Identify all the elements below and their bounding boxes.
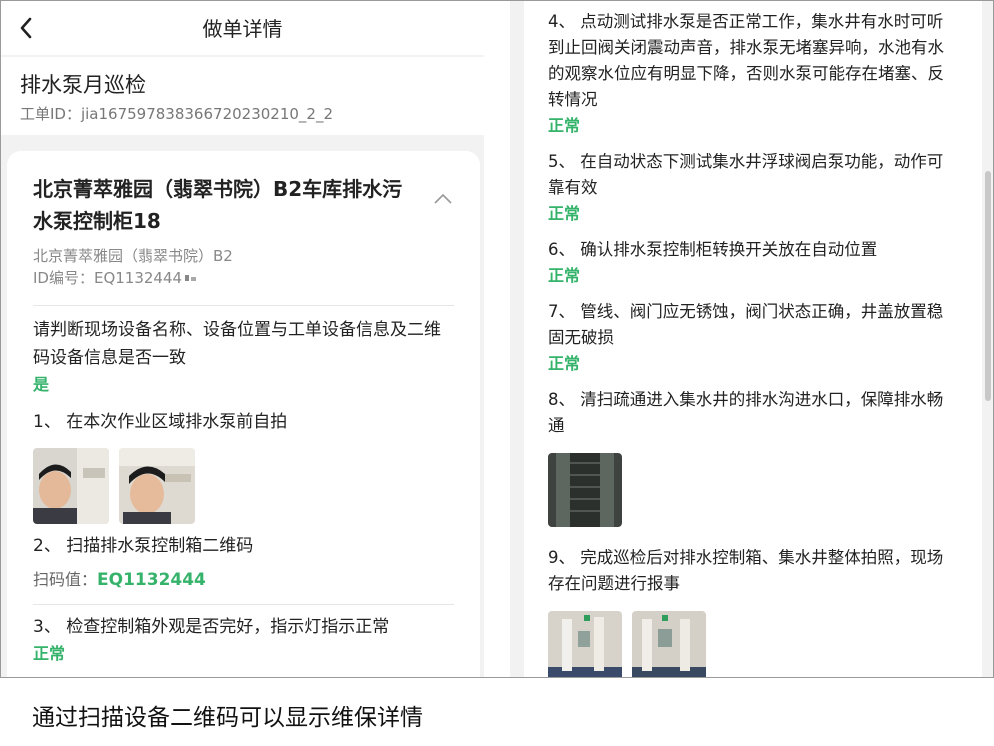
answer-5: 正常 — [548, 204, 581, 223]
question-9: 9、 完成巡检后对排水控制箱、集水井整体拍照，现场存在问题进行报事 — [548, 548, 944, 593]
selfie-photos — [33, 448, 454, 524]
final-photo-2[interactable] — [632, 611, 706, 677]
answer-3: 正常 — [33, 644, 66, 663]
page-title: 做单详情 — [202, 17, 283, 41]
equipment-card: 北京菁萃雅园（翡翠书院）B2车库排水污水泵控制柜18 北京菁萃雅园（翡翠书院）B… — [7, 151, 480, 677]
task-id: 工单ID：jia1675978383667202302​10_2_2 — [20, 105, 334, 123]
answer-7: 正常 — [548, 354, 581, 373]
question-2: 2、 扫描排水泵控制箱二维码 — [33, 536, 254, 556]
question-4: 4、 点动测试排水泵是否正常工作，集水井有水时可听到止回阀关闭震动声音，排水泵无… — [548, 12, 944, 109]
nav-bar: 做单详情 — [1, 1, 484, 55]
scrollbar[interactable] — [985, 171, 991, 401]
chevron-up-icon[interactable] — [432, 191, 454, 207]
selfie-photo-2[interactable] — [119, 448, 195, 524]
caption: 通过扫描设备二维码可以显示维保详情 — [0, 677, 994, 746]
question-1: 1、 在本次作业区域排水泵前自拍 — [33, 412, 288, 432]
equipment-location: 北京菁萃雅园（翡翠书院）B2 — [33, 247, 233, 265]
divider — [33, 604, 454, 605]
question-3: 3、 检查控制箱外观是否完好，指示灯指示正常 — [33, 617, 390, 637]
divider — [33, 305, 454, 306]
question-consistency: 请判断现场设备名称、设备位置与工单设备信息及二维码设备信息是否一致 — [33, 320, 441, 368]
equipment-id: ID编号：EQ1132444 — [33, 269, 183, 287]
question-5: 5、 在自动状态下测试集水井浮球阀启泵功能，动作可靠有效 — [548, 152, 944, 197]
selfie-photo-1[interactable] — [33, 448, 109, 524]
equipment-id-row: ID编号：EQ1132444 — [33, 267, 454, 289]
checklist-card: 4、 点动测试排水泵是否正常工作，集水井有水时可听到止回阀关闭震动声音，排水泵无… — [524, 1, 982, 677]
task-title: 排水泵月巡检 — [20, 73, 146, 97]
scan-row: 扫码值：EQ1132444 — [33, 566, 454, 594]
answer-6: 正常 — [548, 266, 581, 285]
scan-value: EQ1132444 — [97, 570, 206, 590]
right-screen: 4、 点动测试排水泵是否正常工作，集水井有水时可听到止回阀关闭震动声音，排水泵无… — [510, 1, 993, 677]
question-8: 8、 清扫疏通进入集水井的排水沟进水口，保障排水畅通 — [548, 390, 944, 435]
answer-consistency: 是 — [33, 375, 50, 394]
question-6: 6、 确认排水泵控制柜转换开关放在自动位置 — [548, 240, 878, 259]
qr-mark-icon — [185, 275, 197, 281]
left-screen: 做单详情 排水泵月巡检 工单ID：jia1675978383667202302​… — [1, 1, 484, 677]
final-photo-1[interactable] — [548, 611, 622, 677]
drain-photo-1[interactable] — [548, 453, 622, 527]
scan-label: 扫码值： — [33, 570, 98, 589]
question-7: 7、 管线、阀门应无锈蚀，阀门状态正确，井盖放置稳固无破损 — [548, 302, 944, 347]
task-header: 排水泵月巡检 工单ID：jia1675978383667202302​10_2_… — [1, 57, 484, 135]
equipment-title: 北京菁萃雅园（翡翠书院）B2车库排水污水泵控制柜18 — [33, 177, 403, 233]
drain-photos — [548, 453, 958, 527]
answer-4: 正常 — [548, 116, 581, 135]
final-photos — [548, 611, 958, 677]
